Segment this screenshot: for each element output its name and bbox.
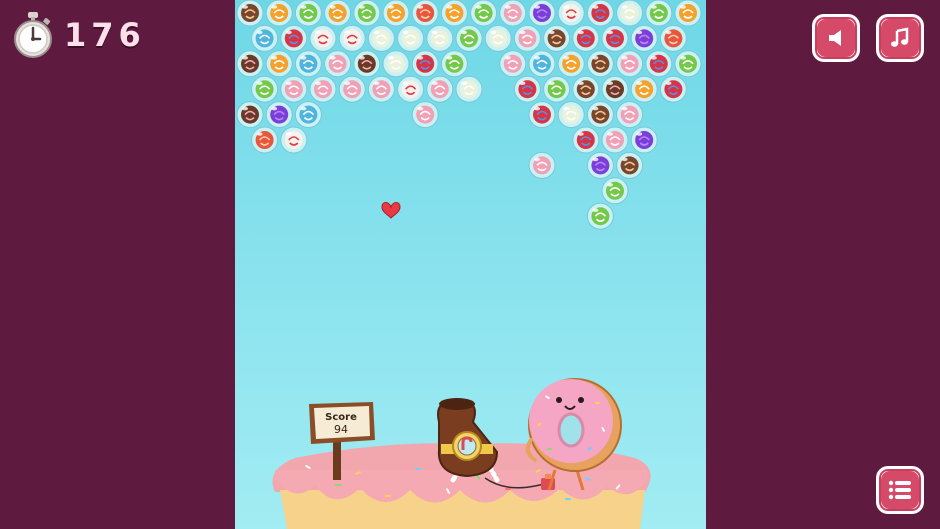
play-area[interactable]: Score 94 [235, 0, 706, 529]
score-label: Score [325, 412, 357, 423]
timer-hud: 176 [12, 12, 146, 58]
falling-heart [381, 202, 401, 219]
sound-button[interactable] [812, 14, 860, 62]
speaker-icon [829, 30, 841, 46]
music-button[interactable] [876, 14, 924, 62]
timer-value: 176 [64, 16, 146, 54]
stopwatch-icon [14, 12, 52, 58]
scene: Score 94 [272, 202, 651, 529]
music-note-icon [891, 27, 909, 47]
list-menu-icon [888, 480, 911, 500]
score-value: 94 [334, 423, 348, 436]
menu-button[interactable] [876, 466, 924, 514]
